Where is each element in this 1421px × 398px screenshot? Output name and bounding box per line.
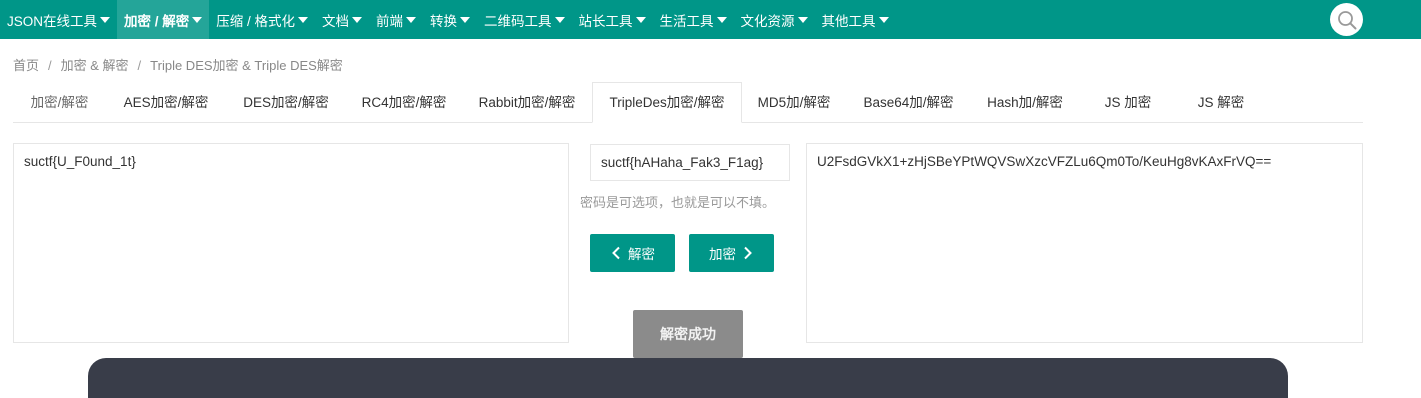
tab-js-decrypt[interactable]: JS 解密: [1176, 83, 1266, 122]
encrypt-button-label: 加密: [709, 247, 736, 262]
nav-item-label: 站长工具: [578, 13, 633, 29]
nav-item-life[interactable]: 生活工具: [653, 0, 734, 39]
chevron-left-icon: [612, 246, 620, 260]
tab-encrypt-decrypt[interactable]: 加密/解密: [13, 83, 106, 122]
tab-des[interactable]: DES加密/解密: [226, 83, 346, 122]
caret-down-icon: [797, 17, 808, 23]
caret-down-icon: [352, 17, 363, 23]
breadcrumb-separator: /: [48, 58, 52, 73]
nav-item-label: 文档: [322, 13, 350, 29]
tab-js-encrypt[interactable]: JS 加密: [1080, 83, 1176, 122]
password-input[interactable]: [590, 144, 790, 181]
nav-item-webmaster[interactable]: 站长工具: [572, 0, 653, 39]
tab-hash[interactable]: Hash加/解密: [970, 83, 1080, 122]
nav-item-label: 转换: [430, 13, 458, 29]
tab-base64[interactable]: Base64加/解密: [847, 83, 970, 122]
nav-item-label: 加密 / 解密: [124, 13, 190, 29]
tab-md5[interactable]: MD5加/解密: [741, 83, 847, 122]
tool-tabs: 加密/解密 AES加密/解密 DES加密/解密 RC4加密/解密 Rabbit加…: [13, 82, 1363, 123]
encrypt-button[interactable]: 加密: [689, 234, 774, 272]
nav-item-json-tools[interactable]: JSON在线工具: [0, 0, 117, 39]
ciphertext-textarea[interactable]: U2FsdGVkX1+zHjSBeYPtWQVSwXzcVFZLu6Qm0To/…: [806, 143, 1363, 343]
plaintext-textarea[interactable]: suctf{U_F0und_1t}: [13, 143, 569, 343]
tab-tripledes[interactable]: TripleDes加密/解密: [592, 82, 742, 123]
breadcrumb: 首页 / 加密 & 解密 / Triple DES加密 & Triple DES解密: [13, 55, 343, 74]
search-button[interactable]: [1330, 3, 1363, 36]
caret-down-icon: [100, 17, 111, 23]
nav-item-encrypt-decrypt[interactable]: 加密 / 解密: [117, 0, 210, 39]
nav-item-label: 文化资源: [740, 13, 795, 29]
breadcrumb-home[interactable]: 首页: [13, 58, 39, 73]
nav-item-label: 二维码工具: [484, 13, 552, 29]
caret-down-icon: [878, 17, 889, 23]
nav-item-frontend[interactable]: 前端: [369, 0, 423, 39]
breadcrumb-category[interactable]: 加密 & 解密: [61, 58, 129, 73]
top-navbar: JSON在线工具 加密 / 解密 压缩 / 格式化 文档 前端 转换 二维码工具: [0, 0, 1421, 39]
tab-aes[interactable]: AES加密/解密: [106, 83, 226, 122]
nav-item-convert[interactable]: 转换: [423, 0, 477, 39]
bottom-dark-panel: [88, 358, 1288, 398]
decrypt-button[interactable]: 解密: [590, 234, 675, 272]
breadcrumb-separator: /: [137, 58, 142, 73]
caret-down-icon: [192, 17, 203, 23]
search-icon: [1337, 10, 1356, 29]
nav-item-label: JSON在线工具: [7, 13, 98, 29]
caret-down-icon: [716, 17, 727, 23]
nav-item-compress-format[interactable]: 压缩 / 格式化: [209, 0, 315, 39]
caret-down-icon: [406, 17, 417, 23]
tab-rc4[interactable]: RC4加密/解密: [346, 83, 462, 122]
nav-menu: JSON在线工具 加密 / 解密 压缩 / 格式化 文档 前端 转换 二维码工具: [0, 0, 896, 39]
tab-rabbit[interactable]: Rabbit加密/解密: [462, 83, 592, 122]
caret-down-icon: [298, 17, 309, 23]
nav-item-label: 生活工具: [659, 13, 714, 29]
caret-down-icon: [460, 17, 471, 23]
toast-message: 解密成功: [633, 310, 743, 358]
nav-item-label: 前端: [376, 13, 404, 29]
nav-item-label: 其他工具: [821, 13, 876, 29]
nav-item-culture[interactable]: 文化资源: [734, 0, 815, 39]
nav-item-other[interactable]: 其他工具: [815, 0, 896, 39]
decrypt-button-label: 解密: [628, 247, 655, 262]
nav-item-label: 压缩 / 格式化: [216, 13, 296, 29]
breadcrumb-current: Triple DES加密 & Triple DES解密: [150, 58, 343, 73]
caret-down-icon: [635, 17, 646, 23]
nav-item-docs[interactable]: 文档: [315, 0, 369, 39]
chevron-right-icon: [744, 246, 752, 260]
nav-item-qrcode[interactable]: 二维码工具: [477, 0, 572, 39]
password-hint: 密码是可选项，也就是可以不填。: [580, 195, 776, 210]
caret-down-icon: [554, 17, 565, 23]
